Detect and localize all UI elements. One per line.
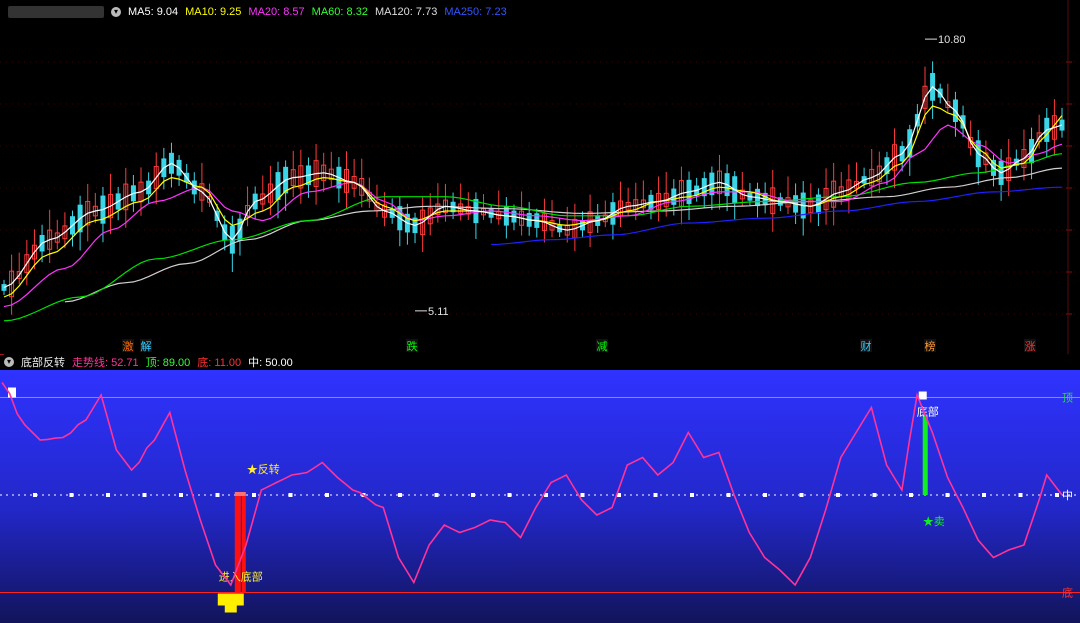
ma-line-ma60 [3,153,1063,322]
event-marker: 涨 [1025,340,1036,353]
legend-trend-line: 走势线: 52.71 [72,357,139,369]
middle-marker-dot [69,493,74,497]
middle-marker-dot [398,493,402,497]
middle-marker-dot [1018,493,1023,497]
middle-marker-dot [106,493,110,497]
reversal-label: ★反转 [247,462,280,476]
middle-marker-dot [252,493,256,497]
indicator-chart-svg: 顶中底 进入底部 ★反转 底部 ★卖 [0,370,1080,623]
price-label: 10.80 [938,34,966,46]
sell-label: ★卖 [923,515,945,528]
middle-marker-dot [142,493,147,497]
indicator-name: 底部反转 [21,357,65,369]
event-marker: 财 [861,339,872,353]
collapse-icon[interactable]: ▾ [4,357,14,367]
middle-marker-dot [288,493,293,497]
event-marker: 解 [141,339,152,353]
sell-bar [922,415,928,495]
indicator-panel[interactable]: 顶中底 进入底部 ★反转 底部 ★卖 ▾ 底部反转 走势线: 52.71 顶: 89.… [0,354,1080,623]
middle-marker-dot [1055,493,1059,497]
event-marker: 减 [597,340,608,353]
middle-marker-dot [726,493,731,497]
legend-middle: 中: 50.00 [248,357,293,369]
middle-edge-label: 中 [1062,489,1073,502]
middle-marker-dot [507,493,512,497]
middle-marker-dot [763,493,767,497]
middle-marker-dot [471,493,475,497]
middle-marker-dot [33,493,37,497]
bottom-edge-label: 底 [1062,586,1073,600]
middle-marker-dot [909,493,913,497]
bottom-zone-block [224,604,237,613]
enter-bottom-label: 进入底部 [219,570,263,584]
top-marker [918,391,927,400]
middle-marker-dot [945,493,950,497]
legend-top: 顶: 89.00 [145,357,191,369]
middle-marker-dot [215,493,220,497]
bottom-tag-label: 底部 [917,405,939,419]
top-edge-label: 顶 [1062,392,1073,405]
middle-marker-dot [580,493,585,497]
price-chart-panel[interactable]: ▾ MA5: 9.04 MA10: 9.25 MA20: 8.57 MA60: … [0,0,1080,354]
event-marker: 激 [123,339,134,353]
event-marker: 跌 [407,339,418,353]
ma-line-ma5 [3,86,1063,289]
indicator-legend: ▾ 底部反转 走势线: 52.71 顶: 89.00 底: 11.00 中: 5… [4,354,1080,370]
middle-marker-dot [653,493,658,497]
middle-marker-dot [179,493,183,497]
event-marker: 榜 [925,339,936,353]
reversal-arrow [234,492,246,496]
middle-marker-dot [690,493,694,497]
price-chart-svg: 10.80 5.11 激解 跌 减 财 榜 涨 [0,0,1080,354]
middle-marker-dot [836,493,840,497]
ma-line-ma10 [3,105,1063,298]
middle-marker-dot [799,493,804,497]
price-label: 5.11 [428,306,449,318]
middle-marker-dot [325,493,329,497]
legend-bottom: 底: 11.00 [197,357,242,369]
middle-marker-dot [872,493,877,497]
bottom-zone-block [217,593,244,606]
middle-marker-dot [982,493,986,497]
middle-marker-dot [434,493,439,497]
